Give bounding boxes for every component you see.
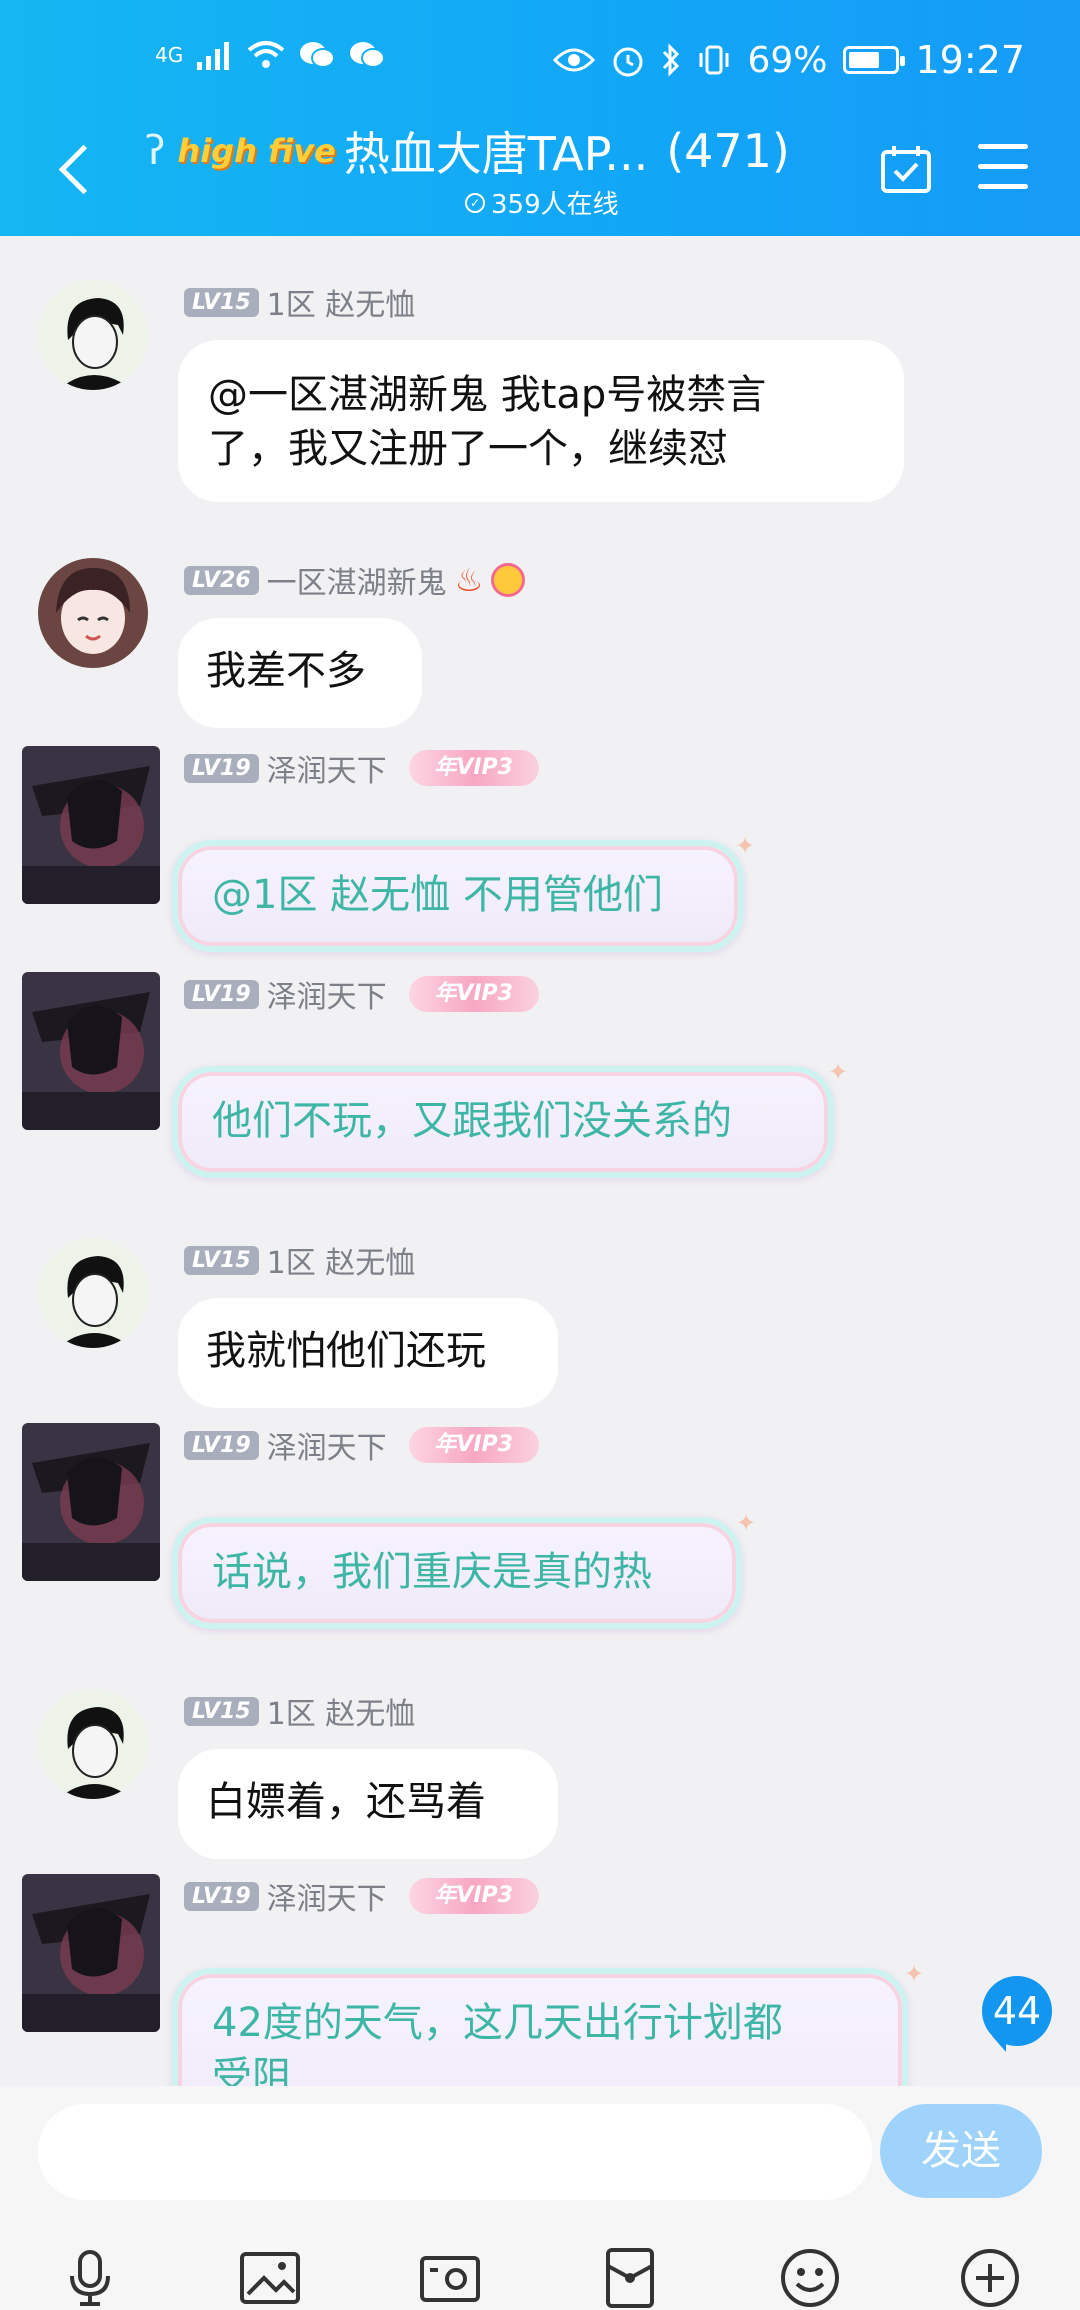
message-text: 42度的天气，这几天出行计划都 [212,2000,783,2046]
member-count: (471) [666,124,790,178]
sender-name[interactable]: 1区 赵无恤 [267,280,416,324]
calendar-check-icon[interactable] [880,144,932,194]
message-bubble[interactable]: 我就怕他们还玩 [178,1298,558,1408]
level-badge: LV26 [184,565,259,595]
sparkle-icon: ✦ [735,832,756,860]
message-text: 我差不多 [206,648,366,694]
sparkle-icon: ✦ [904,1960,925,1988]
message-text: 他们不玩，又跟我们没关系的 [212,1098,732,1144]
check-icon: ✓ [465,192,485,213]
network-label: 4G [155,43,184,67]
message-text: @1区 赵无恤 不用管他们 [212,872,663,918]
message-bubble[interactable]: 白嫖着，还骂着 [178,1749,558,1859]
chat-header: 4G 69% 19:27 ʔ high five 热血大唐TAP... (471… [0,0,1080,236]
wechat-icon [350,42,386,68]
group-title[interactable]: ʔ high five 热血大唐TAP... (471) [145,118,795,184]
message-bubble[interactable]: @1区 赵无恤 不用管他们 [172,840,744,952]
message-bubble[interactable]: 话说，我们重庆是真的热 [172,1517,742,1629]
level-badge: LV19 [184,1430,259,1460]
vip-badge: 年VIP3 [408,1427,539,1463]
online-status: ✓ 359人在线 [465,184,619,221]
avatar[interactable] [38,280,148,390]
level-badge: LV19 [184,753,259,783]
level-badge: LV15 [184,287,259,317]
message-bubble[interactable]: @一区湛湖新鬼 我tap号被禁言 了，我又注册了一个，继续怼 [178,340,904,502]
vip-badge: 年VIP3 [408,750,539,786]
message-text: 白嫖着，还骂着 [206,1779,486,1825]
level-badge: LV15 [184,1245,259,1275]
eye-icon [553,48,596,72]
signal-icon [197,42,230,70]
alarm-icon [613,47,643,77]
message-text: 了，我又注册了一个，继续怼 [208,426,728,472]
microphone-icon[interactable] [58,2246,122,2310]
avatar[interactable] [22,746,160,904]
plus-icon[interactable] [958,2246,1022,2310]
vibrate-icon [699,45,729,75]
sender-name[interactable]: 泽润天下 [267,746,387,790]
message-text: 我就怕他们还玩 [206,1328,486,1374]
menu-icon[interactable] [978,144,1028,190]
level-badge: LV19 [184,1881,259,1911]
message-bubble[interactable]: 我差不多 [178,618,422,728]
bluetooth-icon [663,43,680,77]
fire-icon: ♨ [454,561,484,599]
avatar[interactable] [22,1874,160,2032]
sparkle-icon: ✦ [736,1509,757,1537]
input-bar: 发送 [0,2086,1080,2310]
online-count: 359人在线 [491,190,619,220]
sender-name[interactable]: 泽润天下 [267,1874,387,1918]
high-five-badge: high five [177,132,336,170]
avatar[interactable] [38,1689,148,1799]
message-text: 话说，我们重庆是真的热 [212,1549,652,1595]
message-text: @一区湛湖新鬼 我tap号被禁言 [208,372,767,418]
send-button[interactable]: 发送 [880,2104,1042,2198]
camera-icon[interactable] [418,2246,482,2310]
battery-percent: 69% [747,39,828,81]
sender-name[interactable]: 一区湛湖新鬼 [267,558,447,602]
sender-name[interactable]: 泽润天下 [267,972,387,1016]
clock: 19:27 [915,38,1025,82]
image-icon[interactable] [238,2246,302,2310]
red-packet-icon[interactable] [598,2246,662,2310]
avatar[interactable] [38,1238,148,1348]
message-bubble[interactable]: 他们不玩，又跟我们没关系的 [172,1066,834,1178]
wifi-icon [247,41,285,68]
emoji-icon[interactable] [778,2246,842,2310]
sparkle-icon: ✦ [828,1058,849,1086]
level-badge: LV15 [184,1696,259,1726]
ear-icon[interactable]: ʔ [145,128,165,174]
sender-name[interactable]: 1区 赵无恤 [267,1689,416,1733]
group-name: 热血大唐TAP... [343,127,649,181]
status-bar: 4G 69% 19:27 [0,0,1080,120]
level-badge: LV19 [184,979,259,1009]
sender-name[interactable]: 1区 赵无恤 [267,1238,416,1282]
vip-badge: 年VIP3 [408,976,539,1012]
message-input[interactable] [38,2104,872,2200]
avatar[interactable] [22,1423,160,1581]
unread-count-badge[interactable]: 44 [982,1976,1052,2052]
vip-badge: 年VIP3 [408,1878,539,1914]
battery-icon [843,46,906,74]
avatar[interactable] [22,972,160,1130]
avatar[interactable] [38,558,148,668]
wechat-icon [300,42,336,68]
back-button[interactable] [56,140,96,196]
smiley-badge-icon [491,563,526,597]
sender-name[interactable]: 泽润天下 [267,1423,387,1467]
